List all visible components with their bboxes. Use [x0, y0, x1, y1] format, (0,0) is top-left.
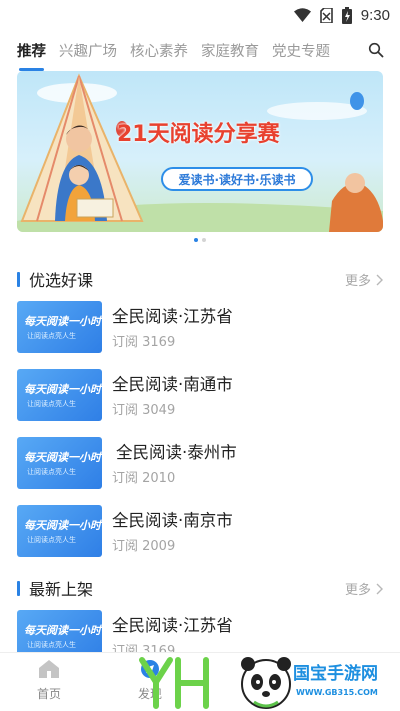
nav-home-label: 首页 — [36, 687, 61, 701]
more-link[interactable]: 更多 — [345, 270, 383, 289]
battery-charging-icon — [341, 6, 352, 24]
watermark-site-url: WWW.GB315.COM — [296, 688, 378, 697]
course-item[interactable]: 每天阅读一小时让阅读点亮人生 全民阅读·泰州市 订阅 2010 — [17, 437, 383, 489]
course-thumbnail: 每天阅读一小时让阅读点亮人生 — [17, 505, 102, 557]
carousel-dot — [202, 238, 206, 242]
banner-title: 21天阅读分享赛 — [117, 122, 280, 147]
course-subscribers: 订阅 2010 — [112, 471, 176, 486]
course-thumbnail: 每天阅读一小时让阅读点亮人生 — [17, 437, 102, 489]
carousel-indicator — [0, 238, 400, 242]
no-sim-icon — [319, 7, 333, 23]
thumb-title: 每天阅读一小时 — [24, 383, 101, 396]
home-icon — [39, 660, 59, 678]
thumb-title: 每天阅读一小时 — [24, 624, 101, 637]
section-header-featured: 优选好课 更多 — [17, 268, 383, 290]
course-item[interactable]: 每天阅读一小时让阅读点亮人生 全民阅读·南通市 订阅 3049 — [17, 369, 383, 421]
section-header-new-arrivals: 最新上架 更多 — [17, 577, 383, 599]
thumb-title: 每天阅读一小时 — [24, 519, 101, 532]
section-accent-bar — [17, 271, 20, 287]
course-subscribers: 订阅 3049 — [112, 403, 176, 418]
section-accent-bar — [17, 580, 20, 596]
nav-home[interactable]: 首页 — [19, 659, 79, 702]
course-title: 全民阅读·南通市 — [112, 375, 233, 394]
course-title: 全民阅读·泰州市 — [116, 443, 237, 462]
more-label: 更多 — [344, 274, 371, 289]
thumb-subtitle: 让阅读点亮人生 — [27, 400, 76, 408]
course-title: 全民阅读·江苏省 — [112, 307, 233, 326]
thumb-title: 每天阅读一小时 — [24, 451, 101, 464]
banner-illustration — [17, 73, 383, 232]
thumb-title: 每天阅读一小时 — [24, 315, 101, 328]
wifi-icon — [293, 8, 311, 22]
search-icon[interactable] — [368, 42, 384, 58]
watermark-site-name: 国宝手游网 — [293, 664, 378, 684]
thumb-subtitle: 让阅读点亮人生 — [27, 468, 76, 476]
banner-slogan: 爱读书·读好书·乐读书 — [161, 167, 313, 191]
course-subscribers: 订阅 3169 — [112, 335, 176, 350]
course-item[interactable]: 每天阅读一小时让阅读点亮人生 全民阅读·江苏省 订阅 3169 — [17, 301, 383, 353]
course-title: 全民阅读·江苏省 — [112, 616, 233, 635]
tab-family-education[interactable]: 家庭教育 — [201, 40, 259, 61]
tab-core-literacy[interactable]: 核心素养 — [130, 40, 188, 61]
thumb-subtitle: 让阅读点亮人生 — [27, 641, 76, 649]
course-thumbnail: 每天阅读一小时让阅读点亮人生 — [17, 301, 102, 353]
course-item[interactable]: 每天阅读一小时让阅读点亮人生 全民阅读·南京市 订阅 2009 — [17, 505, 383, 557]
tab-recommend[interactable]: 推荐 — [17, 40, 46, 71]
chevron-right-icon — [376, 583, 383, 594]
yh-watermark-logo — [139, 657, 209, 709]
carousel-dot-active — [194, 238, 198, 242]
section-title: 最新上架 — [29, 580, 94, 599]
course-title: 全民阅读·南京市 — [112, 511, 233, 530]
tab-interest-plaza[interactable]: 兴趣广场 — [59, 40, 117, 61]
status-bar: 9:30 — [0, 0, 400, 30]
course-subscribers: 订阅 2009 — [112, 539, 176, 554]
section-title: 优选好课 — [29, 271, 94, 290]
thumb-subtitle: 让阅读点亮人生 — [27, 332, 76, 340]
category-tabs: 推荐 兴趣广场 核心素养 家庭教育 党史专题 — [0, 30, 400, 71]
course-thumbnail: 每天阅读一小时让阅读点亮人生 — [17, 369, 102, 421]
status-time: 9:30 — [360, 6, 390, 24]
promo-banner[interactable]: 21天阅读分享赛 爱读书·读好书·乐读书 — [17, 71, 383, 232]
more-label: 更多 — [344, 583, 371, 598]
tab-party-history[interactable]: 党史专题 — [272, 40, 330, 61]
thumb-subtitle: 让阅读点亮人生 — [27, 536, 76, 544]
chevron-right-icon — [376, 274, 383, 285]
more-link[interactable]: 更多 — [345, 579, 383, 598]
